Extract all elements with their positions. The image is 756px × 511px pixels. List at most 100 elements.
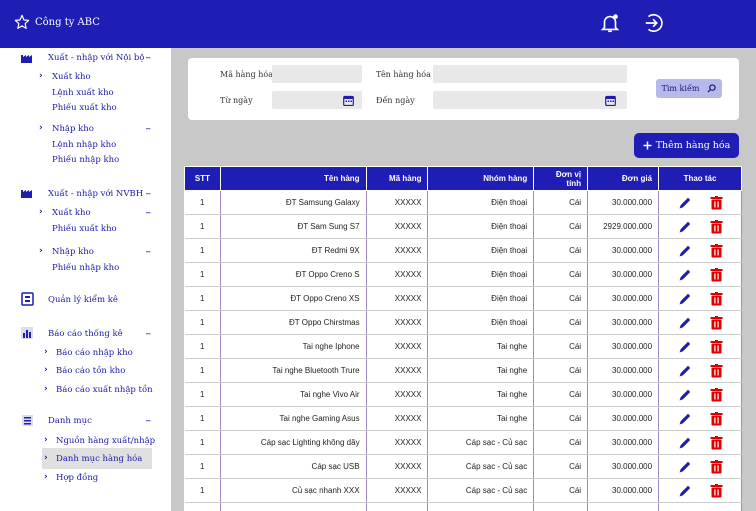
collapse-icon[interactable]: – bbox=[146, 414, 152, 427]
trash-icon[interactable] bbox=[710, 339, 723, 354]
sidebar-item-report-stock[interactable]: Báo cáo tồn kho bbox=[56, 366, 125, 376]
sidebar-group-internal[interactable]: Xuất - nhập với Nội bộ bbox=[48, 53, 144, 63]
table-row[interactable]: 1 Tai nghe Gaming Asus XXXXX Tai nghe Cái 30.… bbox=[184, 406, 742, 431]
bell-icon[interactable] bbox=[599, 12, 621, 34]
add-goods-button[interactable]: Thêm hàng hóa bbox=[634, 133, 739, 158]
table-row[interactable]: 1 Tai nghe Bluetooth Trure XXXXX Tai nghe Cá… bbox=[184, 358, 742, 383]
trash-icon[interactable] bbox=[710, 315, 723, 330]
collapse-icon[interactable]: – bbox=[146, 245, 152, 258]
sidebar-item-report-import[interactable]: Báo cáo nhập kho bbox=[56, 348, 133, 358]
sidebar-item-source[interactable]: Nguồn hàng xuất/nhập bbox=[56, 436, 155, 446]
column-header-group[interactable]: Nhóm hàng bbox=[427, 166, 535, 191]
table-row[interactable]: 1 Củ sạc nhanh XXX XXXXX Cáp sạc - Củ sạc Cá… bbox=[184, 478, 742, 503]
sidebar-item-export-slip[interactable]: Phiếu xuất kho bbox=[52, 224, 117, 234]
collapse-icon[interactable]: – bbox=[146, 206, 152, 219]
cell-unit: Cái bbox=[533, 406, 589, 431]
sidebar-item-import[interactable]: Nhập kho bbox=[52, 124, 94, 134]
trash-icon[interactable] bbox=[710, 435, 723, 450]
sidebar-group-catalog[interactable]: Danh mục bbox=[48, 416, 92, 426]
pencil-icon[interactable] bbox=[678, 364, 692, 378]
pencil-icon[interactable] bbox=[678, 412, 692, 426]
pencil-icon[interactable] bbox=[678, 484, 692, 498]
pencil-icon[interactable] bbox=[678, 436, 692, 450]
brand[interactable]: Công ty ABC bbox=[14, 14, 100, 30]
pencil-icon[interactable] bbox=[678, 316, 692, 330]
column-header-name[interactable]: Tên hàng bbox=[219, 166, 367, 191]
table-row[interactable]: 1 Tai nghe Iphone XXXXX Tai nghe Cái 30.000.0… bbox=[184, 334, 742, 359]
table-row[interactable]: 1 ĐT Redmi 9X XXXXX Điện thoại Cái 30.000.000 bbox=[184, 238, 742, 263]
code-label: Mã hàng hóa bbox=[220, 70, 273, 79]
pencil-icon[interactable] bbox=[678, 340, 692, 354]
trash-icon[interactable] bbox=[710, 219, 723, 234]
trash-icon[interactable] bbox=[710, 411, 723, 426]
column-header-code[interactable]: Mã hàng bbox=[365, 166, 429, 191]
pencil-icon[interactable] bbox=[678, 460, 692, 474]
calendar-icon[interactable] bbox=[605, 95, 616, 106]
pencil-icon[interactable] bbox=[678, 220, 692, 234]
cell-code: XXXXX bbox=[366, 310, 429, 335]
trash-icon[interactable] bbox=[710, 459, 723, 474]
code-input[interactable] bbox=[272, 65, 362, 83]
cell-actions bbox=[658, 286, 742, 311]
pencil-icon[interactable] bbox=[678, 292, 692, 306]
trash-icon[interactable] bbox=[710, 363, 723, 378]
trash-icon[interactable] bbox=[710, 387, 723, 402]
column-header-unit[interactable]: Đơn vị tính bbox=[533, 166, 589, 191]
collapse-icon[interactable]: – bbox=[146, 122, 152, 135]
search-button[interactable]: Tìm kiếm bbox=[656, 79, 722, 98]
sidebar-item-import-slip[interactable]: Phiếu nhập kho bbox=[52, 263, 119, 273]
cell-actions bbox=[658, 382, 742, 407]
sidebar-item-goods-catalog[interactable]: Danh mục hàng hóa bbox=[56, 454, 142, 464]
chevron-right-icon: › bbox=[44, 472, 48, 482]
table-row[interactable]: 1 ĐT Oppo Chirstmas XXXXX Điện thoại Cái 30.0… bbox=[184, 310, 742, 335]
pencil-icon[interactable] bbox=[678, 244, 692, 258]
sidebar-group-reports[interactable]: Báo cáo thống kê bbox=[48, 329, 123, 339]
collapse-icon[interactable]: – bbox=[146, 187, 152, 200]
calendar-icon[interactable] bbox=[343, 95, 354, 106]
sidebar-item-contracts[interactable]: Hợp đồng bbox=[56, 473, 98, 483]
sidebar-group-sales[interactable]: Xuất - nhập với NVBH bbox=[48, 189, 143, 199]
column-header-price[interactable]: Đơn giá bbox=[587, 166, 660, 191]
pencil-icon[interactable] bbox=[678, 388, 692, 402]
cell-code: XXXXX bbox=[366, 334, 429, 359]
sidebar-item-import-order[interactable]: Lệnh nhập kho bbox=[52, 140, 116, 150]
sidebar-item-export-slip[interactable]: Phiếu xuất kho bbox=[52, 103, 117, 113]
column-header-stt[interactable]: STT bbox=[184, 166, 221, 191]
sidebar-item-report-inout[interactable]: Báo cáo xuất nhập tồn bbox=[56, 385, 153, 395]
pencil-icon[interactable] bbox=[678, 196, 692, 210]
to-date-input[interactable] bbox=[433, 91, 627, 109]
sidebar-item-export-order[interactable]: Lệnh xuất kho bbox=[52, 88, 114, 98]
cell-unit: Cái bbox=[533, 430, 589, 455]
table-row[interactable]: 1 Tai nghe Vivo Air XXXXX Tai nghe Cái 30.000… bbox=[184, 382, 742, 407]
cell-code: XXXXX bbox=[366, 382, 429, 407]
table-row[interactable]: 1 ĐT Oppo Creno XS XXXXX Điện thoại Cái 30.00… bbox=[184, 286, 742, 311]
sidebar-item-export[interactable]: Xuất kho bbox=[52, 208, 91, 218]
collapse-icon[interactable]: – bbox=[146, 51, 152, 64]
trash-icon[interactable] bbox=[710, 291, 723, 306]
sidebar-item-import[interactable]: Nhập kho bbox=[52, 247, 94, 257]
cell-name: Cáp sạc USB bbox=[220, 454, 367, 479]
collapse-icon[interactable]: – bbox=[146, 327, 152, 340]
trash-icon[interactable] bbox=[710, 243, 723, 258]
trash-icon[interactable] bbox=[710, 195, 723, 210]
table-row[interactable]: 1 ĐT Oppo Creno S XXXXX Điện thoại Cái 30.000… bbox=[184, 262, 742, 287]
cell-name: ĐT Samsung Galaxy bbox=[220, 190, 367, 215]
sidebar-item-inventory[interactable]: Quản lý kiểm kê bbox=[48, 295, 118, 305]
cell-price: 30.000.000 bbox=[587, 286, 660, 311]
sidebar-item-import-slip[interactable]: Phiếu nhập kho bbox=[52, 155, 119, 165]
brand-name: Công ty ABC bbox=[35, 16, 100, 28]
table-row[interactable]: 1 Cáp sạc Lighting không dây XXXXX Cáp sạc … bbox=[184, 430, 742, 455]
trash-icon[interactable] bbox=[710, 267, 723, 282]
trash-icon[interactable] bbox=[710, 483, 723, 498]
table-row[interactable] bbox=[184, 502, 742, 511]
pencil-icon[interactable] bbox=[678, 268, 692, 282]
cell-stt: 1 bbox=[184, 238, 221, 263]
logout-icon[interactable] bbox=[643, 12, 665, 34]
sidebar: Xuất - nhập với Nội bộ – › Xuất kho Lệnh… bbox=[0, 48, 171, 511]
name-input[interactable] bbox=[433, 65, 627, 83]
table-row[interactable]: 1 ĐT Samsung Galaxy XXXXX Điện thoại Cái 30.0… bbox=[184, 190, 742, 215]
table-row[interactable]: 1 ĐT Sam Sung S7 XXXXX Điện thoại Cái 2929.00… bbox=[184, 214, 742, 239]
cell-unit bbox=[533, 502, 589, 511]
table-row[interactable]: 1 Cáp sạc USB XXXXX Cáp sạc - Củ sạc Cái 30.0… bbox=[184, 454, 742, 479]
sidebar-item-export[interactable]: Xuất kho bbox=[52, 72, 91, 82]
